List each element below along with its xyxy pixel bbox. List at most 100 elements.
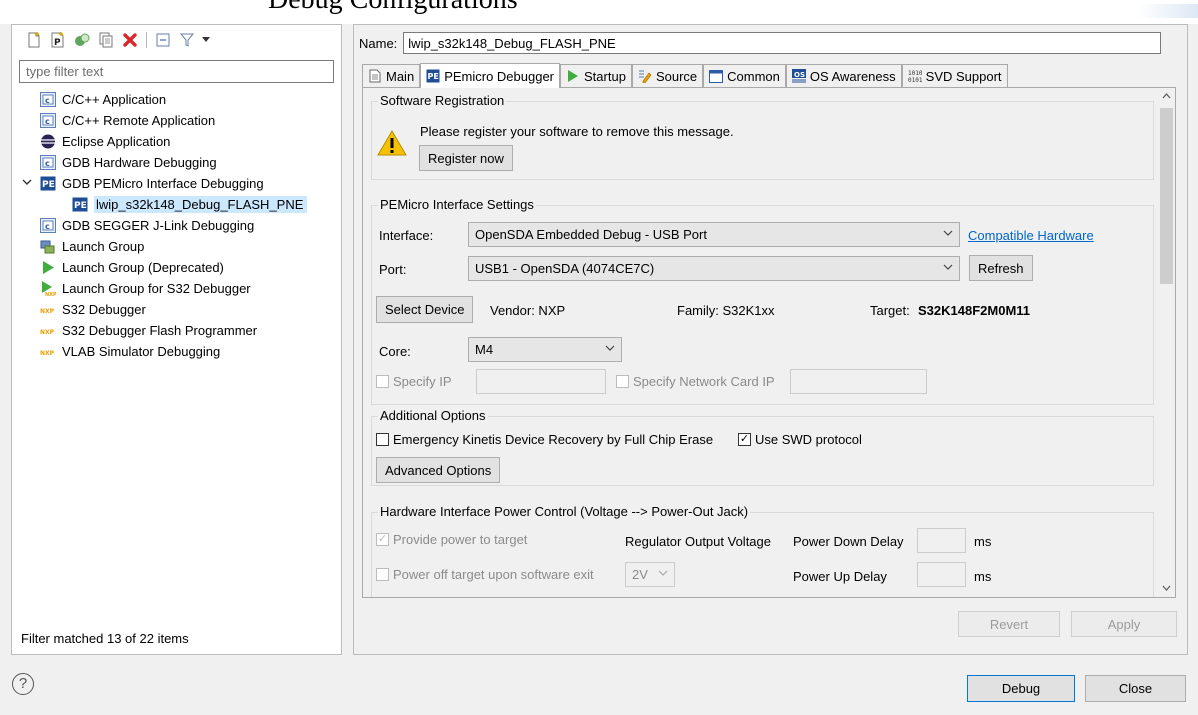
- network-card-ip-input[interactable]: [790, 369, 927, 394]
- target-label: Target:: [870, 303, 910, 318]
- tree-item-gdb-pemicro-interface-debugging[interactable]: PE GDB PEMicro Interface Debugging: [16, 173, 340, 194]
- tab-label: Source: [655, 68, 698, 84]
- svg-text:0101: 0101: [908, 77, 922, 83]
- registration-message: Please register your software to remove …: [420, 124, 734, 139]
- tab-main[interactable]: Main: [362, 64, 421, 87]
- interface-select[interactable]: OpenSDA Embedded Debug - USB Port: [468, 222, 960, 247]
- revert-button[interactable]: Revert: [958, 611, 1060, 637]
- tree-item-s32-flash-programmer[interactable]: NXP S32 Debugger Flash Programmer: [16, 320, 340, 341]
- target-value: S32K148F2M0M11: [918, 303, 1031, 318]
- advanced-options-button[interactable]: Advanced Options: [376, 457, 501, 483]
- tree-item-label: C/C++ Remote Application: [62, 113, 216, 128]
- use-swd-checkbox[interactable]: ✓ Use SWD protocol: [738, 432, 862, 447]
- tab-pemicro-debugger[interactable]: PE PEmicro Debugger: [420, 63, 561, 88]
- tree-item-gdb-hardware-debugging[interactable]: c GDB Hardware Debugging: [16, 152, 340, 173]
- tree-item-launch-group-s32[interactable]: NXP Launch Group for S32 Debugger: [16, 278, 340, 299]
- tab-source[interactable]: Source: [631, 64, 704, 87]
- tree-item-cpp-remote-application[interactable]: c C/C++ Remote Application: [16, 110, 340, 131]
- tree-item-s32-debugger[interactable]: NXP S32 Debugger: [16, 299, 340, 320]
- svg-text:PE: PE: [428, 72, 439, 81]
- tree-toolbar: P: [24, 29, 211, 51]
- core-value: M4: [475, 342, 494, 357]
- document-icon: [368, 69, 382, 83]
- tab-os-awareness[interactable]: OS OS Awareness: [785, 64, 902, 87]
- checkbox-label: Specify Network Card IP: [633, 374, 775, 389]
- duplicate-config-icon[interactable]: [96, 30, 116, 50]
- power-control-group: Hardware Interface Power Control (Voltag…: [371, 504, 1154, 597]
- eclipse-icon: [41, 134, 55, 149]
- core-label: Core:: [379, 344, 411, 359]
- chevron-down-icon[interactable]: [22, 173, 32, 194]
- power-down-delay-input[interactable]: [917, 528, 966, 553]
- checkmark-icon: ✓: [738, 433, 751, 446]
- port-value: USB1 - OpenSDA (4074CE7C): [475, 261, 655, 276]
- name-label: Name:: [359, 35, 398, 51]
- tree-item-label: C/C++ Application: [62, 92, 167, 107]
- apply-button[interactable]: Apply: [1071, 611, 1177, 637]
- tree-item-launch-group[interactable]: Launch Group: [16, 236, 340, 257]
- register-now-button[interactable]: Register now: [419, 145, 513, 171]
- tab-content-area: Software Registration Please register yo…: [362, 87, 1176, 598]
- svg-text:1010: 1010: [908, 70, 922, 77]
- svg-text:PE: PE: [42, 180, 55, 190]
- checkbox-box: [376, 433, 389, 446]
- additional-options-group: Additional Options Emergency Kinetis Dev…: [371, 408, 1154, 486]
- specify-network-card-checkbox[interactable]: Specify Network Card IP: [616, 374, 775, 389]
- tab-startup[interactable]: Startup: [560, 64, 632, 87]
- debug-button[interactable]: Debug: [967, 675, 1075, 702]
- scroll-down-icon[interactable]: [1158, 580, 1175, 597]
- family-text: Family: S32K1xx: [677, 303, 775, 318]
- tree-item-gdb-segger-jlink-debugging[interactable]: c GDB SEGGER J-Link Debugging: [16, 215, 340, 236]
- tree-item-launch-group-deprecated[interactable]: Launch Group (Deprecated): [16, 257, 340, 278]
- new-config-icon[interactable]: [24, 30, 44, 50]
- scrollbar-thumb[interactable]: [1160, 108, 1173, 284]
- name-field[interactable]: [403, 32, 1162, 54]
- power-up-label: Power Up Delay: [793, 569, 887, 584]
- tree-item-eclipse-application[interactable]: Eclipse Application: [16, 131, 340, 152]
- nxp-icon: NXP: [40, 329, 55, 336]
- tree-item-lwip-config[interactable]: PE lwip_s32k148_Debug_FLASH_PNE: [16, 194, 340, 215]
- tree-item-label: lwip_s32k148_Debug_FLASH_PNE: [94, 196, 308, 213]
- power-down-label: Power Down Delay: [793, 534, 904, 549]
- collapse-all-icon[interactable]: [153, 30, 173, 50]
- tree-item-cpp-application[interactable]: c C/C++ Application: [16, 89, 340, 110]
- group-title: Software Registration: [378, 93, 507, 108]
- binary-icon: 1010 0101: [908, 69, 922, 83]
- tab-label: SVD Support: [925, 68, 1002, 84]
- core-select[interactable]: M4: [468, 337, 622, 362]
- filter-icon[interactable]: [177, 30, 197, 50]
- svg-text:NXP: NXP: [40, 308, 55, 315]
- power-off-checkbox[interactable]: Power off target upon software exit: [376, 567, 594, 582]
- scroll-up-icon[interactable]: [1158, 88, 1175, 105]
- chevron-down-icon: [658, 568, 668, 580]
- pe-icon: PE: [72, 197, 88, 212]
- svg-text:c: c: [45, 96, 50, 105]
- select-device-button[interactable]: Select Device: [376, 296, 474, 323]
- close-button[interactable]: Close: [1085, 675, 1186, 702]
- port-select[interactable]: USB1 - OpenSDA (4074CE7C): [468, 256, 960, 281]
- c-app-icon: c: [40, 92, 56, 107]
- tree-item-label: S32 Debugger: [62, 302, 146, 317]
- specify-ip-checkbox[interactable]: Specify IP: [376, 374, 452, 389]
- checkbox-label: Emergency Kinetis Device Recovery by Ful…: [393, 432, 714, 447]
- compatible-hardware-link[interactable]: Compatible Hardware: [968, 228, 1094, 243]
- power-up-delay-input[interactable]: [917, 562, 966, 587]
- ip-address-input[interactable]: [476, 369, 606, 394]
- filter-input[interactable]: [19, 60, 334, 83]
- delete-config-icon[interactable]: [120, 30, 140, 50]
- help-icon[interactable]: ?: [12, 673, 34, 695]
- refresh-button[interactable]: Refresh: [969, 255, 1033, 281]
- tree-item-vlab-simulator[interactable]: NXP VLAB Simulator Debugging: [16, 341, 340, 362]
- provide-power-checkbox[interactable]: ✓ Provide power to target: [376, 532, 527, 547]
- voltage-select[interactable]: 2V: [625, 562, 675, 587]
- export-config-icon[interactable]: [72, 30, 92, 50]
- emergency-recovery-checkbox[interactable]: Emergency Kinetis Device Recovery by Ful…: [376, 432, 713, 447]
- config-editor-panel: Name: Main PE PEmicro Debugger Startup S…: [353, 24, 1188, 655]
- view-menu-chevron-icon[interactable]: [201, 30, 211, 50]
- tab-label: Main: [386, 68, 415, 84]
- tab-svd-support[interactable]: 1010 0101 SVD Support: [901, 64, 1008, 87]
- vertical-scrollbar[interactable]: [1158, 88, 1175, 597]
- checkbox-box: [376, 568, 389, 581]
- tab-common[interactable]: Common: [703, 64, 786, 87]
- new-prototype-icon[interactable]: P: [48, 30, 68, 50]
